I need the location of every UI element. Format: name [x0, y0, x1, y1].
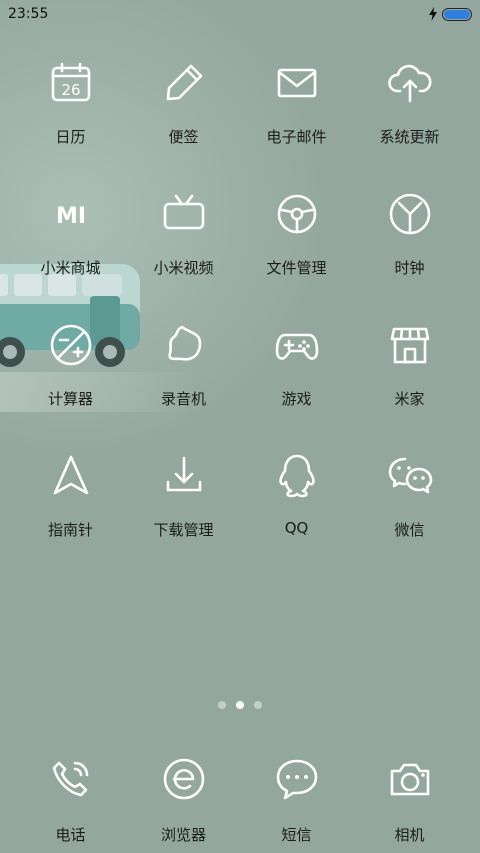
app-label: 米家	[394, 390, 425, 408]
page-dot[interactable]	[254, 701, 262, 709]
app-row: 26 日历 便签 电子邮件 系统更新	[14, 52, 466, 183]
status-bar: 23:55	[0, 0, 480, 28]
mail-icon	[266, 52, 328, 114]
app-label: 小米商城	[40, 259, 101, 277]
app-label: 下载管理	[153, 521, 214, 539]
app-label: 浏览器	[160, 826, 206, 844]
app-label: 相机	[394, 826, 425, 844]
app-mail[interactable]: 电子邮件	[240, 52, 353, 183]
app-qq-penguin[interactable]: QQ	[240, 445, 353, 576]
app-calculator[interactable]: 计算器	[14, 314, 127, 445]
cloud-upload-icon	[379, 52, 441, 114]
status-time: 23:55	[8, 6, 49, 22]
calculator-icon	[40, 314, 102, 376]
app-label: 游戏	[281, 390, 312, 408]
app-label: 电话	[55, 826, 86, 844]
app-dock-phone[interactable]: 电话	[14, 748, 127, 845]
app-note[interactable]: 便签	[127, 52, 240, 183]
app-label: 电子邮件	[266, 128, 327, 146]
app-label: 指南针	[47, 521, 93, 539]
app-label: 微信	[394, 521, 425, 539]
app-label: 时钟	[394, 259, 425, 277]
app-label: 日历	[55, 128, 86, 146]
app-dock-browser[interactable]: 浏览器	[127, 748, 240, 845]
qq-penguin-icon	[266, 445, 328, 507]
dock: 电话 浏览器 短信 相机	[14, 748, 466, 845]
app-dock-message[interactable]: 短信	[240, 748, 353, 845]
status-icons	[428, 7, 472, 21]
app-label: 计算器	[47, 390, 93, 408]
page-dot[interactable]	[236, 701, 244, 709]
store-icon	[379, 314, 441, 376]
page-indicator	[0, 701, 480, 709]
wechat-icon	[379, 445, 441, 507]
browser-icon	[153, 748, 215, 810]
app-mi-logo[interactable]: MI 小米商城	[14, 183, 127, 314]
charging-bolt-icon	[429, 7, 437, 21]
app-label: 文件管理	[266, 259, 327, 277]
app-cloud-upload[interactable]: 系统更新	[353, 52, 466, 183]
phone-icon	[40, 748, 102, 810]
mi-logo-text: MI	[55, 204, 85, 229]
compass-arrow-icon	[40, 445, 102, 507]
app-label: 便签	[168, 128, 199, 146]
app-label: 短信	[281, 826, 312, 844]
calendar-icon: 26	[40, 52, 102, 114]
app-row: 指南针 下载管理 QQ 微信	[14, 445, 466, 576]
app-row: 计算器 录音机 游戏 米家	[14, 314, 466, 445]
app-label: 录音机	[160, 390, 206, 408]
app-dock-camera[interactable]: 相机	[353, 748, 466, 845]
message-icon	[266, 748, 328, 810]
clock-icon	[379, 183, 441, 245]
app-store[interactable]: 米家	[353, 314, 466, 445]
recorder-icon	[153, 314, 215, 376]
app-clock[interactable]: 时钟	[353, 183, 466, 314]
camera-icon	[379, 748, 441, 810]
app-compass-arrow[interactable]: 指南针	[14, 445, 127, 576]
download-icon	[153, 445, 215, 507]
battery-icon	[442, 7, 472, 21]
tv-icon	[153, 183, 215, 245]
app-wechat[interactable]: 微信	[353, 445, 466, 576]
app-calendar[interactable]: 26 日历	[14, 52, 127, 183]
app-label: 小米视频	[153, 259, 214, 277]
app-label: 系统更新	[379, 128, 440, 146]
battery-level	[444, 9, 470, 19]
app-recorder[interactable]: 录音机	[127, 314, 240, 445]
app-tv[interactable]: 小米视频	[127, 183, 240, 314]
app-label: QQ	[284, 519, 309, 537]
app-row: MI 小米商城 小米视频 文件管理 时钟	[14, 183, 466, 314]
page-dot[interactable]	[218, 701, 226, 709]
note-icon	[153, 52, 215, 114]
folder-wheel-icon	[266, 183, 328, 245]
app-gamepad[interactable]: 游戏	[240, 314, 353, 445]
mi-logo-icon: MI	[40, 183, 102, 245]
calendar-date: 26	[61, 81, 80, 99]
app-folder-wheel[interactable]: 文件管理	[240, 183, 353, 314]
app-grid: 26 日历 便签 电子邮件 系统更新 MI 小米商城 小米视频 文件管理 时钟计算器 录音机 游戏 米家…	[14, 52, 466, 576]
gamepad-icon	[266, 314, 328, 376]
app-download[interactable]: 下载管理	[127, 445, 240, 576]
